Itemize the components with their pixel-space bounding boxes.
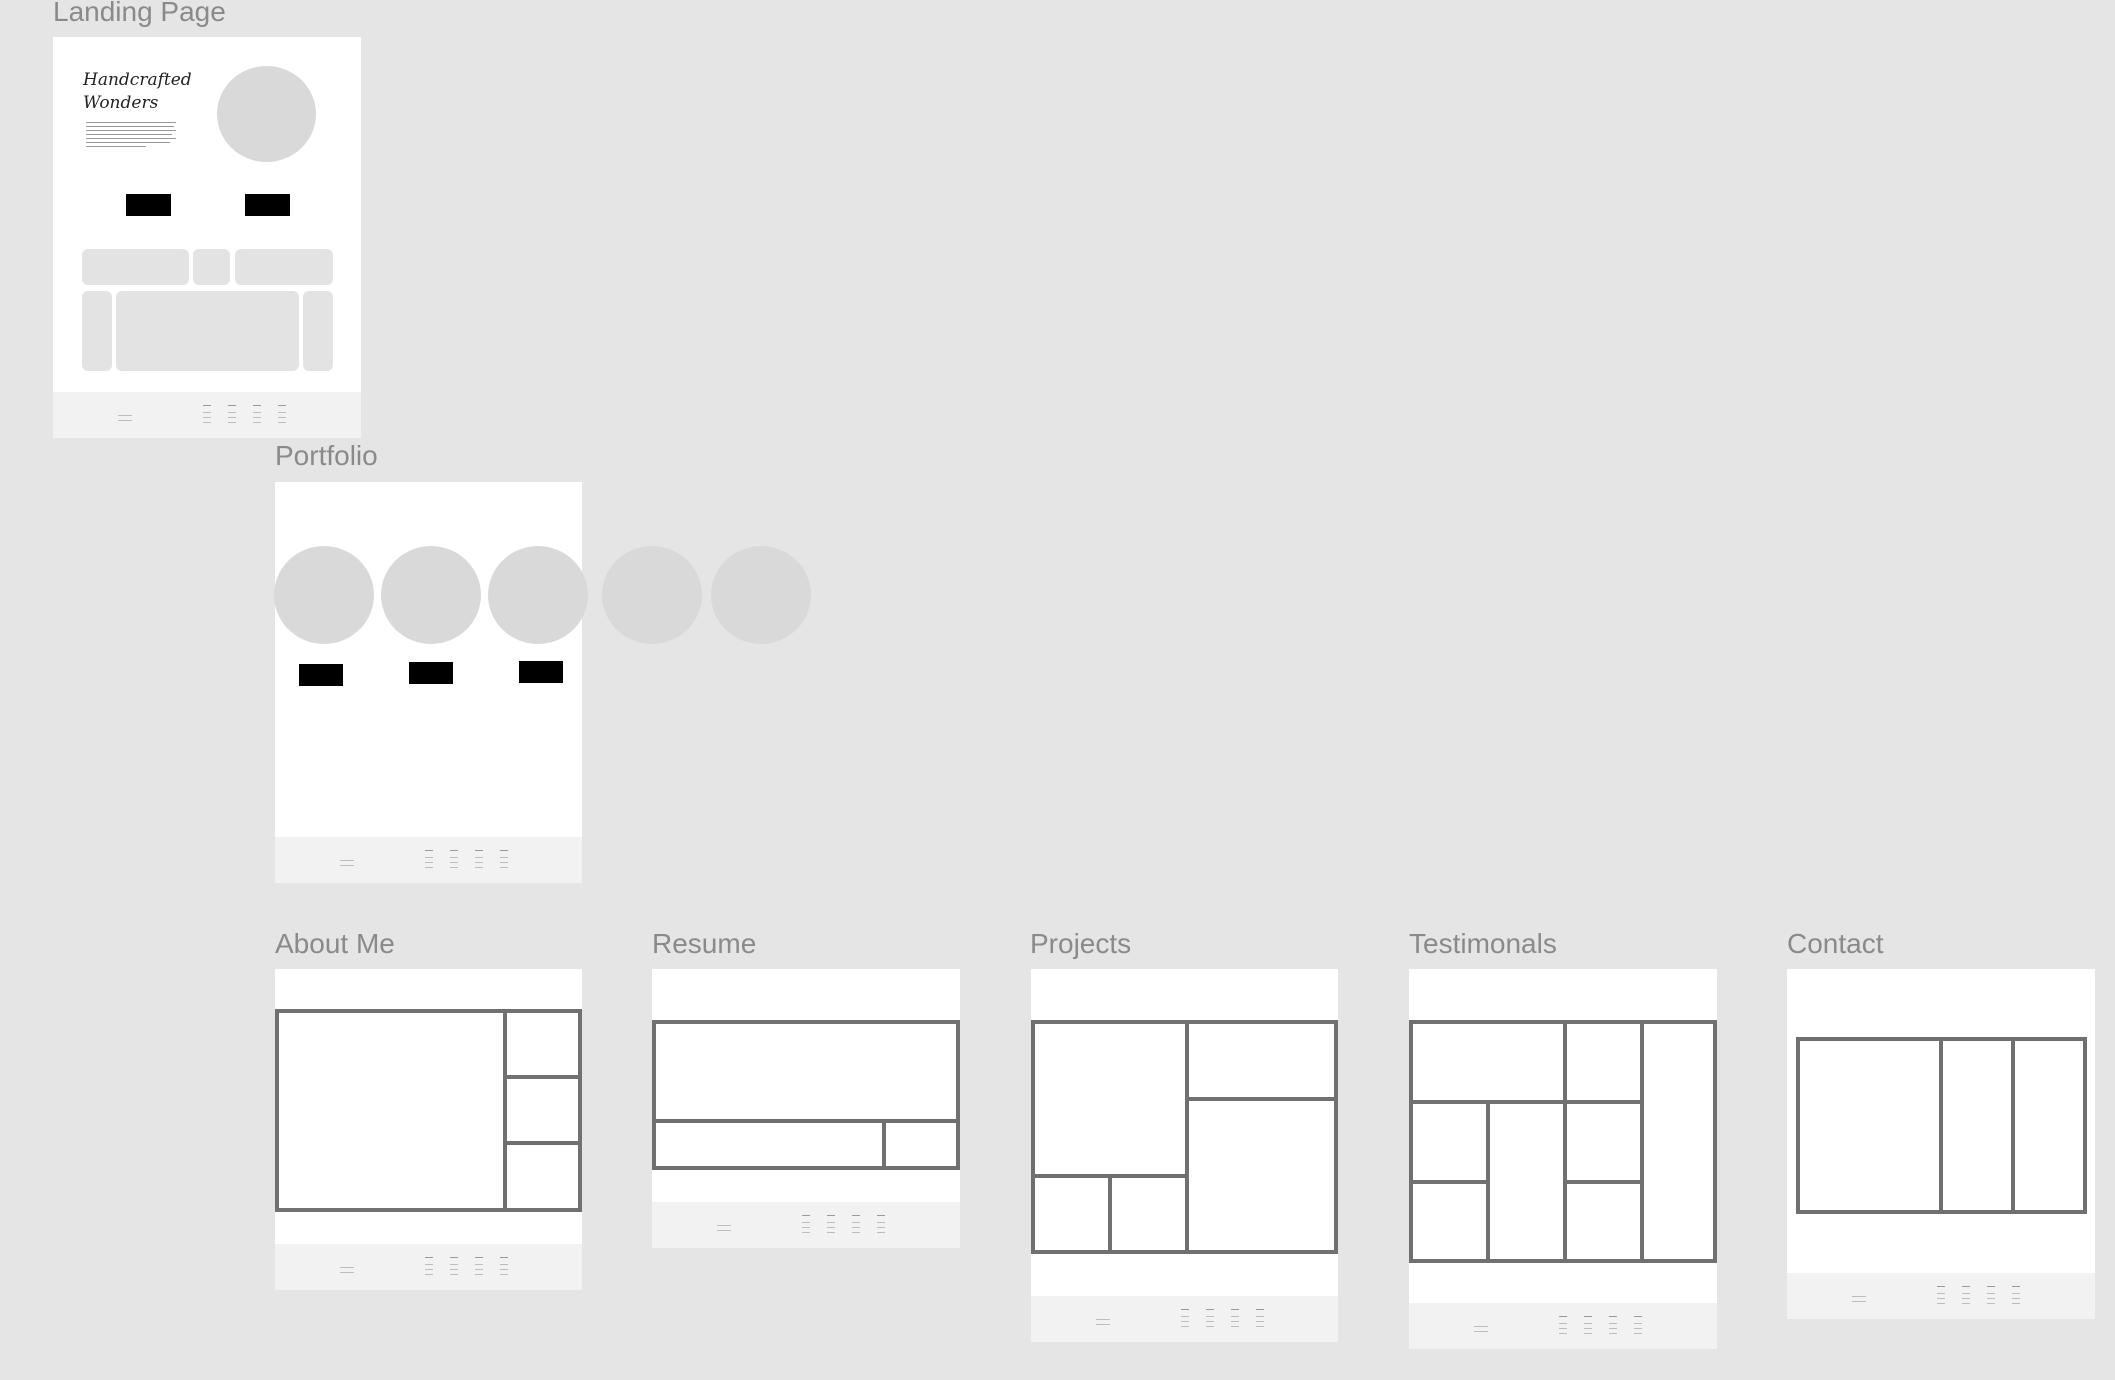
- layout-block: [1185, 1020, 1338, 1101]
- layout-block: [275, 1009, 507, 1212]
- layout-block: [2011, 1037, 2087, 1214]
- layout-block: [1796, 1037, 1943, 1214]
- footer-links: [1559, 1316, 1567, 1338]
- layout-block: [1108, 1174, 1189, 1254]
- layout-block: [1563, 1100, 1644, 1184]
- cta-button-primary[interactable]: [126, 194, 171, 216]
- portfolio-item-image: [711, 546, 811, 644]
- footer: [1409, 1303, 1717, 1349]
- footer-links: [1962, 1286, 1970, 1308]
- footer-links: [1206, 1309, 1214, 1331]
- layout-block: [1409, 1100, 1490, 1184]
- footer-links: [1256, 1309, 1264, 1331]
- layout-block: [1031, 1174, 1112, 1254]
- layout-block: [1486, 1100, 1567, 1263]
- footer-links: [425, 850, 433, 872]
- frame-label-landing: Landing Page: [53, 0, 226, 27]
- gallery-tile: [235, 249, 333, 285]
- layout-block: [1640, 1020, 1717, 1263]
- frame-landing-page[interactable]: Handcrafted Wonders: [53, 37, 361, 438]
- frame-contact[interactable]: [1787, 969, 2095, 1319]
- portfolio-item-button[interactable]: [519, 661, 563, 683]
- footer-links: [1634, 1316, 1642, 1338]
- portfolio-item-image: [488, 546, 588, 644]
- footer-links: [425, 1257, 433, 1279]
- footer-links: [450, 1257, 458, 1279]
- frame-resume[interactable]: [652, 969, 960, 1248]
- footer-links: [827, 1215, 835, 1237]
- footer-links: [1987, 1286, 1995, 1308]
- frame-projects[interactable]: [1031, 969, 1338, 1342]
- footer-links: [2012, 1286, 2020, 1308]
- layout-block: [1939, 1037, 2015, 1214]
- footer-links: [475, 850, 483, 872]
- footer-links: [500, 850, 508, 872]
- frame-label-projects: Projects: [1030, 928, 1132, 959]
- footer-links: [877, 1215, 885, 1237]
- hero-title-line2: Wonders: [83, 93, 159, 113]
- footer: [275, 1244, 582, 1290]
- layout-block: [503, 1009, 582, 1079]
- footer-links: [802, 1215, 810, 1237]
- portfolio-item-button[interactable]: [409, 662, 453, 684]
- portfolio-item-image: [602, 546, 702, 644]
- footer: [1031, 1296, 1338, 1342]
- layout-block: [882, 1119, 960, 1170]
- hero-paragraph: [86, 122, 176, 150]
- gallery-tile: [303, 291, 333, 371]
- hero-title: Handcrafted Wonders: [83, 69, 192, 115]
- footer-links: [852, 1215, 860, 1237]
- footer-links: [253, 405, 261, 427]
- frame-label-testimonials: Testimonals: [1409, 928, 1557, 959]
- hero-image-placeholder: [217, 66, 316, 162]
- portfolio-item-button[interactable]: [299, 664, 343, 686]
- hero-title-line1: Handcrafted: [83, 70, 192, 90]
- footer-links: [1181, 1309, 1189, 1331]
- layout-block: [1409, 1020, 1567, 1104]
- layout-block: [1031, 1020, 1189, 1178]
- footer-links: [278, 405, 286, 427]
- layout-block: [1409, 1180, 1490, 1263]
- gallery-tile: [82, 291, 112, 371]
- frame-label-about: About Me: [275, 928, 395, 959]
- layout-block: [1563, 1020, 1644, 1104]
- layout-block: [1185, 1097, 1338, 1254]
- layout-block: [1563, 1180, 1644, 1263]
- footer: [275, 837, 582, 883]
- gallery-tile: [82, 249, 189, 285]
- gallery-tile: [193, 249, 230, 285]
- portfolio-item-image: [381, 546, 481, 644]
- footer-links: [1584, 1316, 1592, 1338]
- frame-label-contact: Contact: [1787, 928, 1884, 959]
- gallery-tile: [116, 291, 299, 371]
- portfolio-item-image: [274, 546, 374, 644]
- footer-links: [1609, 1316, 1617, 1338]
- cta-button-secondary[interactable]: [245, 194, 290, 216]
- footer-links: [1231, 1309, 1239, 1331]
- layout-block: [503, 1075, 582, 1145]
- frame-label-resume: Resume: [652, 928, 757, 959]
- layout-block: [652, 1119, 886, 1170]
- frame-about-me[interactable]: [275, 969, 582, 1290]
- footer-links: [450, 850, 458, 872]
- footer: [53, 392, 361, 438]
- footer-links: [228, 405, 236, 427]
- layout-block: [503, 1141, 582, 1212]
- frame-label-portfolio: Portfolio: [275, 440, 378, 471]
- footer: [1787, 1273, 2095, 1319]
- footer: [652, 1202, 960, 1248]
- layout-block: [652, 1020, 960, 1123]
- footer-links: [1937, 1286, 1945, 1308]
- frame-testimonials[interactable]: [1409, 969, 1717, 1349]
- footer-links: [475, 1257, 483, 1279]
- footer-links: [203, 405, 211, 427]
- footer-links: [500, 1257, 508, 1279]
